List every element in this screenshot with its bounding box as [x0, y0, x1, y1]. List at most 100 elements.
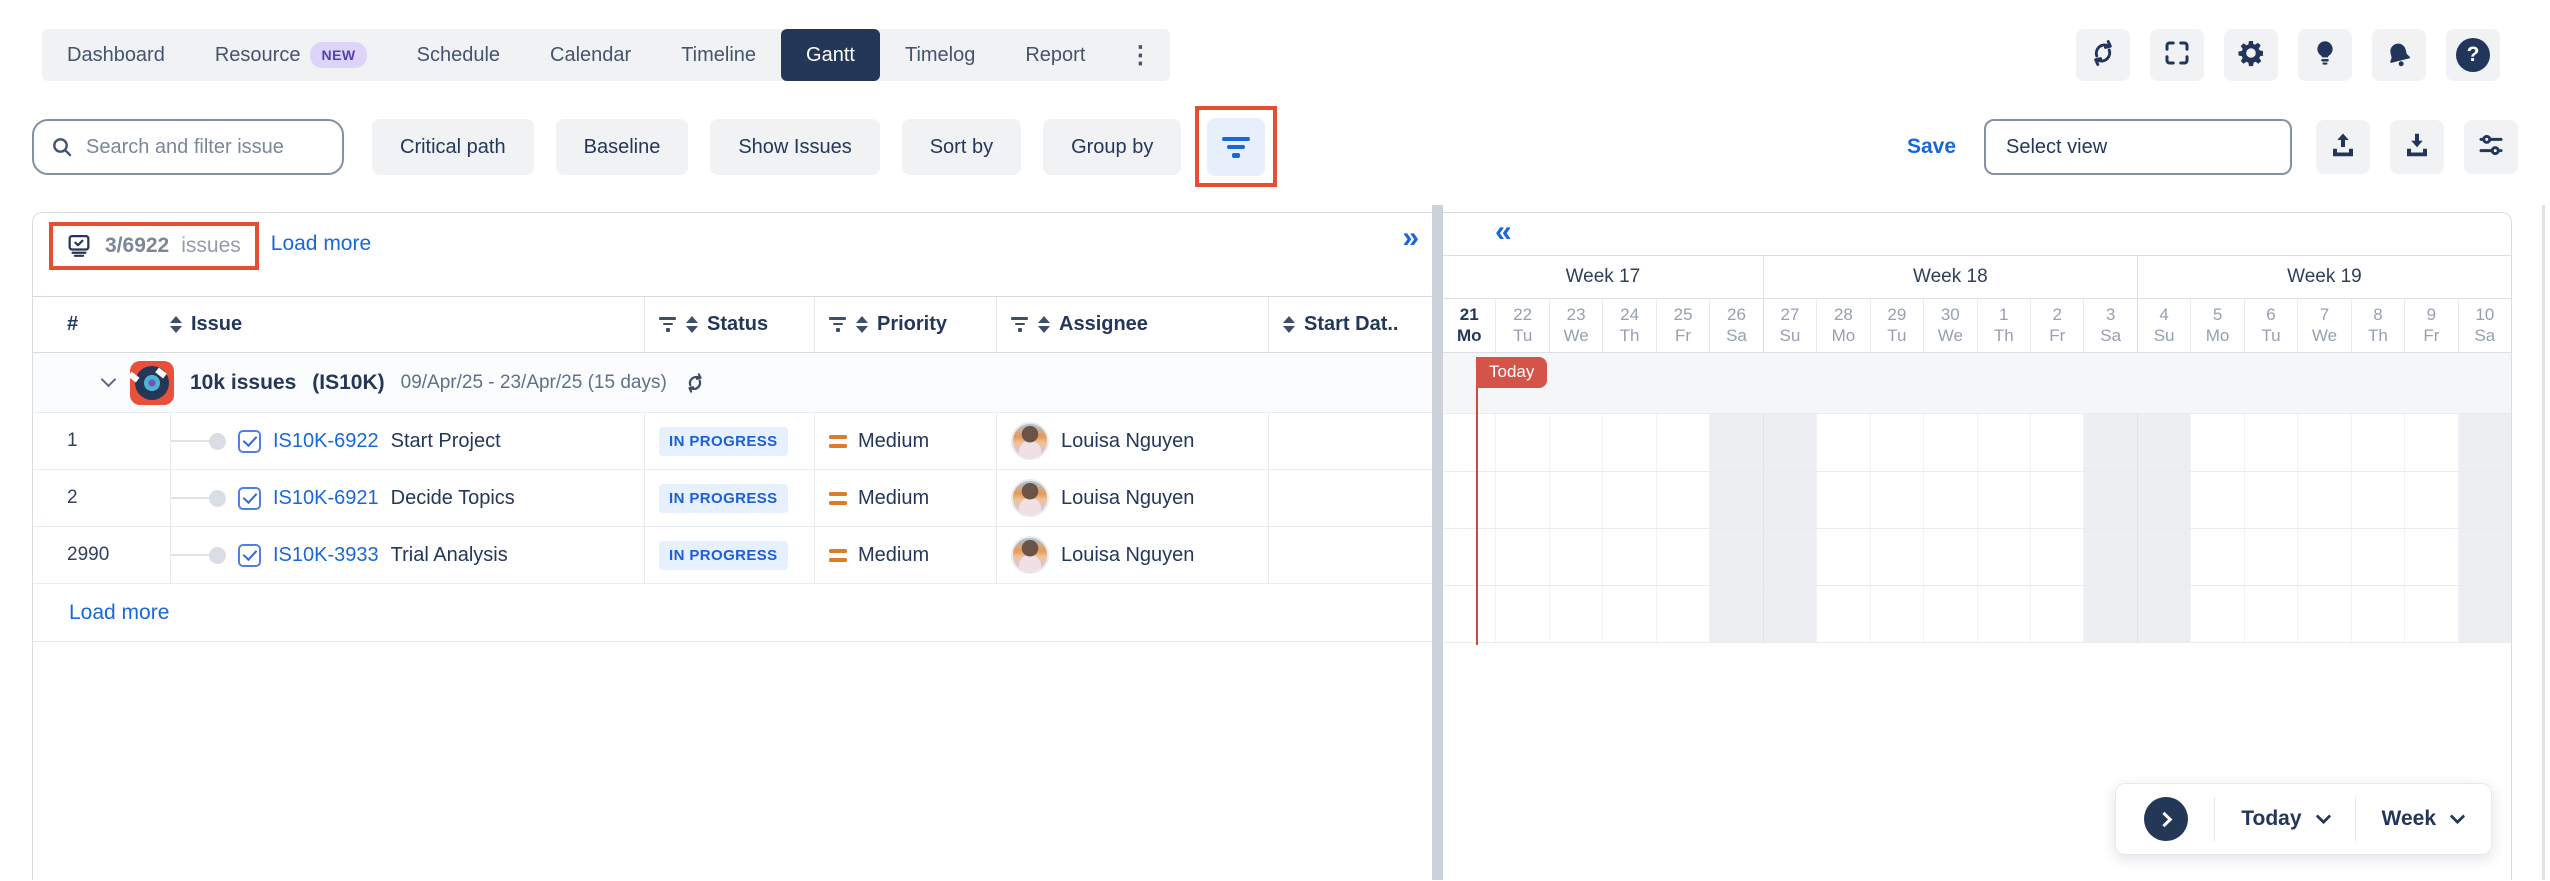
day-name: We	[1938, 326, 1963, 346]
sort-by-button[interactable]: Sort by	[902, 119, 1021, 175]
day-number: 4	[2159, 305, 2168, 325]
load-more-bottom-link[interactable]: Load more	[69, 601, 169, 625]
drag-handle-dot[interactable]	[209, 547, 226, 564]
day-name: We	[2312, 326, 2337, 346]
panel-splitter[interactable]	[1432, 205, 1443, 880]
filter-icon[interactable]	[829, 317, 846, 332]
column-header-issue[interactable]: Issue	[170, 297, 644, 352]
load-more-top-link[interactable]: Load more	[271, 232, 371, 256]
gantt-chart-panel: « Week 17Week 18Week 19 21Mo22Tu23We24Th…	[1443, 212, 2512, 880]
column-header-number[interactable]: #	[33, 297, 170, 352]
priority-cell[interactable]: Medium	[814, 413, 996, 469]
issue-key-link[interactable]: IS10K-3933	[273, 544, 379, 567]
notifications-button[interactable]	[2372, 29, 2426, 81]
filter-icon[interactable]	[659, 317, 676, 332]
assignee-cell[interactable]: Louisa Nguyen	[996, 470, 1268, 526]
column-header-assignee[interactable]: Assignee	[996, 297, 1268, 352]
day-number: 8	[2373, 305, 2382, 325]
nav-more-kebab-icon[interactable]: ⋮	[1110, 29, 1170, 81]
priority-cell[interactable]: Medium	[814, 470, 996, 526]
assignee-cell[interactable]: Louisa Nguyen	[996, 413, 1268, 469]
sort-icon[interactable]	[856, 316, 868, 333]
project-sync-icon[interactable]	[683, 371, 707, 395]
fullscreen-button[interactable]	[2150, 29, 2204, 81]
day-header-cell: 2Fr	[2031, 299, 2084, 352]
group-by-button[interactable]: Group by	[1043, 119, 1181, 175]
issue-checkbox[interactable]	[238, 487, 261, 510]
export-button[interactable]	[2316, 120, 2370, 174]
status-cell[interactable]: IN PROGRESS	[644, 527, 814, 583]
table-rows: 1 IS10K-6922 Start Project IN PROGRESS M…	[33, 413, 1432, 584]
project-group-row[interactable]: 10k issues (IS10K) 09/Apr/25 - 23/Apr/25…	[33, 353, 1432, 413]
sort-icon[interactable]	[1038, 316, 1050, 333]
start-date-cell[interactable]	[1268, 470, 1432, 526]
display-settings-button[interactable]	[2464, 120, 2518, 174]
jump-forward-button[interactable]	[2144, 797, 2188, 841]
nav-tab-dashboard[interactable]: Dashboard	[42, 29, 190, 81]
download-button[interactable]	[2390, 120, 2444, 174]
expand-panel-icon[interactable]: «	[1495, 217, 1509, 247]
nav-tab-report[interactable]: Report	[1000, 29, 1110, 81]
view-selector[interactable]: Select view	[1984, 119, 2292, 175]
search-input[interactable]	[86, 136, 326, 159]
issue-checkbox[interactable]	[238, 430, 261, 453]
filter-icon[interactable]	[1011, 317, 1028, 332]
period-dropdown[interactable]: Today	[2241, 807, 2328, 831]
table-row[interactable]: 1 IS10K-6922 Start Project IN PROGRESS M…	[33, 413, 1432, 470]
load-more-row: Load more	[33, 584, 1432, 642]
priority-cell[interactable]: Medium	[814, 527, 996, 583]
column-header-start-date[interactable]: Start Dat..	[1268, 297, 1432, 352]
issue-key-link[interactable]: IS10K-6921	[273, 487, 379, 510]
day-header-cell: 23We	[1550, 299, 1603, 352]
sort-icon[interactable]	[686, 316, 698, 333]
table-row[interactable]: 2990 IS10K-3933 Trial Analysis IN PROGRE…	[33, 527, 1432, 584]
top-icon-cluster: ?	[2076, 29, 2500, 81]
assignee-cell[interactable]: Louisa Nguyen	[996, 527, 1268, 583]
day-header-cell: 22Tu	[1496, 299, 1549, 352]
nav-tab-gantt[interactable]: Gantt	[781, 29, 880, 81]
drag-handle-dot[interactable]	[209, 433, 226, 450]
tree-connector	[171, 440, 211, 442]
filter-button[interactable]	[1207, 118, 1265, 176]
sort-icon[interactable]	[1283, 316, 1295, 333]
collapse-panel-icon[interactable]: »	[1402, 223, 1416, 253]
row-number: 2990	[33, 527, 170, 583]
sort-icon[interactable]	[170, 316, 182, 333]
nav-tab-timeline[interactable]: Timeline	[656, 29, 781, 81]
baseline-button[interactable]: Baseline	[556, 119, 689, 175]
issue-checkbox[interactable]	[238, 544, 261, 567]
column-header-priority[interactable]: Priority	[814, 297, 996, 352]
day-header-cell: 7We	[2298, 299, 2351, 352]
nav-tab-calendar[interactable]: Calendar	[525, 29, 656, 81]
drag-handle-dot[interactable]	[209, 490, 226, 507]
table-row[interactable]: 2 IS10K-6921 Decide Topics IN PROGRESS M…	[33, 470, 1432, 527]
nav-tab-timelog[interactable]: Timelog	[880, 29, 1000, 81]
issue-key-link[interactable]: IS10K-6922	[273, 430, 379, 453]
search-box[interactable]	[32, 119, 344, 175]
ideas-button[interactable]	[2298, 29, 2352, 81]
help-icon: ?	[2456, 38, 2490, 72]
start-date-cell[interactable]	[1268, 413, 1432, 469]
day-number: 28	[1834, 305, 1853, 325]
nav-tab-resource[interactable]: Resource NEW	[190, 29, 392, 81]
day-name: Th	[1994, 326, 2014, 346]
day-number: 7	[2320, 305, 2329, 325]
settings-button[interactable]	[2224, 29, 2278, 81]
column-header-status[interactable]: Status	[644, 297, 814, 352]
zoom-dropdown[interactable]: Week	[2382, 807, 2463, 831]
save-button[interactable]: Save	[1907, 135, 1956, 159]
nav-tab-schedule[interactable]: Schedule	[392, 29, 525, 81]
sync-button[interactable]	[2076, 29, 2130, 81]
vertical-scrollbar[interactable]	[2542, 205, 2545, 880]
status-cell[interactable]: IN PROGRESS	[644, 470, 814, 526]
project-key: (IS10K)	[312, 371, 384, 395]
gantt-group-band	[1443, 353, 2511, 413]
start-date-cell[interactable]	[1268, 527, 1432, 583]
show-issues-button[interactable]: Show Issues	[710, 119, 879, 175]
tree-connector	[171, 554, 211, 556]
status-cell[interactable]: IN PROGRESS	[644, 413, 814, 469]
day-number: 2	[2052, 305, 2061, 325]
chevron-down-icon[interactable]	[101, 372, 117, 388]
critical-path-button[interactable]: Critical path	[372, 119, 534, 175]
help-button[interactable]: ?	[2446, 29, 2500, 81]
